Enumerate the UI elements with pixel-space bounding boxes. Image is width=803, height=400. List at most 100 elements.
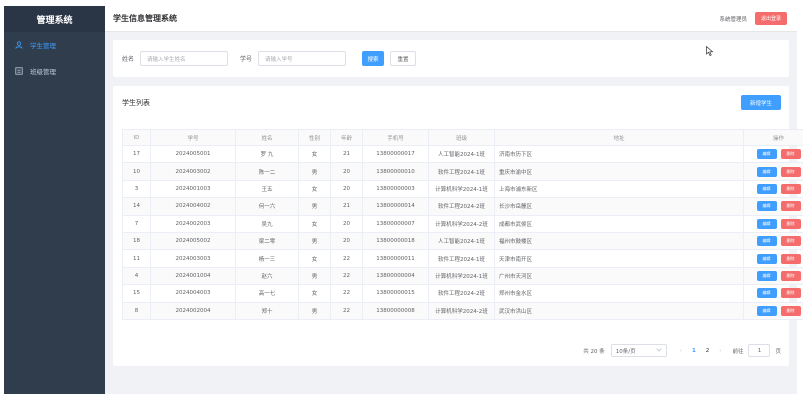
brand-title: 管理系统: [4, 6, 105, 32]
cell-name: 罗 九: [235, 144, 299, 164]
page-size-value: 10条/页: [615, 348, 636, 355]
cell-student-no: 2024005002: [150, 231, 236, 251]
edit-button[interactable]: 编辑: [756, 288, 777, 299]
cell-class: 软件工程2024-2班: [428, 284, 495, 303]
cell-actions: 编辑 删除: [743, 162, 803, 181]
edit-button[interactable]: 编辑: [756, 236, 777, 247]
add-student-button[interactable]: 新增学生: [741, 95, 781, 110]
cell-class: 计算机科学2024-1班: [428, 179, 495, 199]
student-list-panel: 学生列表 新增学生 ID 学号 姓名 性别 年龄 手机号 班级 地址 操作 17…: [113, 86, 803, 366]
cell-address: 重庆市渝中区: [494, 162, 744, 181]
table-row: 3 2024001003 王五女 20 13800000003 计算机科学2024-1班上…: [122, 179, 803, 199]
edit-button[interactable]: 编辑: [756, 149, 777, 160]
prev-page-button[interactable]: ‹: [680, 348, 682, 354]
cell-age: 22: [330, 249, 363, 268]
cell-id: 3: [122, 179, 151, 199]
cell-name: 陈一二: [235, 162, 299, 181]
delete-button[interactable]: 删除: [780, 166, 801, 177]
table-row: 14 2024004002 何一六男 21 13800000014 软件工程2024-2班…: [122, 197, 803, 216]
edit-button[interactable]: 编辑: [756, 218, 777, 229]
cell-actions: 编辑 删除: [743, 179, 803, 199]
col-header-age: 年龄: [330, 129, 363, 146]
cell-name: 王五: [235, 179, 299, 199]
current-user: 系统管理员: [719, 16, 747, 23]
col-header-class: 班级: [428, 129, 495, 146]
cell-phone: 13800000003: [362, 179, 429, 199]
reset-button[interactable]: 重置: [390, 51, 417, 66]
search-button[interactable]: 搜索: [362, 51, 385, 66]
cell-class: 计算机科学2024-1班: [428, 266, 495, 286]
page-title: 学生信息管理系统: [113, 14, 177, 23]
table-row: 15 2024004003 高一七女 22 13800000015 软件工程2024-2班…: [122, 284, 803, 303]
next-page-button[interactable]: ›: [719, 348, 721, 354]
cell-actions: 编辑 删除: [743, 301, 803, 320]
delete-button[interactable]: 删除: [780, 288, 801, 299]
cell-phone: 13800000017: [362, 144, 429, 164]
cell-phone: 13800000014: [362, 197, 429, 216]
page-size-select[interactable]: 10条/页: [610, 344, 667, 357]
cell-gender: 女: [298, 214, 331, 233]
class-icon: [14, 66, 24, 76]
search-panel: 姓名 请输入学生姓名 学号 请输入学号 搜索 重置: [113, 40, 789, 77]
table-row: 4 2024001004 赵六男 22 13800000004 计算机科学2024-1班广…: [122, 266, 803, 286]
list-title: 学生列表: [122, 99, 150, 107]
cell-actions: 编辑 删除: [743, 144, 803, 164]
delete-button[interactable]: 删除: [780, 270, 801, 281]
student-no-search-input[interactable]: 请输入学号: [258, 51, 347, 66]
col-header-name: 姓名: [235, 129, 299, 146]
cell-address: 武汉市洪山区: [494, 301, 744, 320]
edit-button[interactable]: 编辑: [756, 166, 777, 177]
cell-id: 8: [122, 301, 151, 320]
cell-class: 软件工程2024-1班: [428, 249, 495, 268]
logout-button[interactable]: 退出登录: [754, 12, 787, 25]
cell-age: 22: [330, 301, 363, 320]
cell-class: 人工智能2024-1班: [428, 144, 495, 164]
goto-label: 前往: [732, 348, 744, 355]
cell-phone: 13800000010: [362, 162, 429, 181]
page-2-button[interactable]: 2: [706, 348, 710, 354]
cell-actions: 编辑 删除: [743, 249, 803, 268]
edit-button[interactable]: 编辑: [756, 183, 777, 194]
edit-button[interactable]: 编辑: [756, 201, 777, 212]
student-no-label: 学号: [240, 56, 253, 63]
goto-page-input[interactable]: 1: [748, 344, 771, 357]
cell-gender: 女: [298, 249, 331, 268]
delete-button[interactable]: 删除: [780, 149, 801, 160]
cell-name: 高一七: [235, 284, 299, 303]
cell-phone: 13800000015: [362, 284, 429, 303]
sidebar-item-classes[interactable]: 班级管理: [4, 58, 105, 84]
edit-button[interactable]: 编辑: [756, 253, 777, 264]
cell-actions: 编辑 删除: [743, 214, 803, 233]
page-1-button[interactable]: 1: [692, 348, 696, 354]
cell-age: 21: [330, 197, 363, 216]
edit-button[interactable]: 编辑: [756, 305, 777, 316]
table-header-row: ID 学号 姓名 性别 年龄 手机号 班级 地址 操作: [122, 129, 803, 146]
delete-button[interactable]: 删除: [780, 236, 801, 247]
cell-name: 郑十: [235, 301, 299, 320]
delete-button[interactable]: 删除: [780, 305, 801, 316]
delete-button[interactable]: 删除: [780, 218, 801, 229]
cell-id: 10: [122, 162, 151, 181]
cell-class: 计算机科学2024-2班: [428, 301, 495, 320]
edit-button[interactable]: 编辑: [756, 270, 777, 281]
cell-age: 21: [330, 144, 363, 164]
col-header-phone: 手机号: [362, 129, 429, 146]
pagination: 共 20 条 10条/页 ‹ 1 2 › 前往 1 页: [583, 344, 781, 357]
cell-address: 长沙市岳麓区: [494, 197, 744, 216]
cell-id: 11: [122, 249, 151, 268]
delete-button[interactable]: 删除: [780, 183, 801, 194]
table-row: 18 2024005002 梁二零男 20 13800000018 人工智能2024-1班…: [122, 231, 803, 251]
cell-id: 15: [122, 284, 151, 303]
cell-class: 人工智能2024-1班: [428, 231, 495, 251]
cell-name: 梁二零: [235, 231, 299, 251]
delete-button[interactable]: 删除: [780, 253, 801, 264]
cell-id: 18: [122, 231, 151, 251]
name-search-input[interactable]: 请输入学生姓名: [140, 51, 229, 66]
sidebar-item-students[interactable]: 学生管理: [4, 32, 105, 58]
table-row: 17 2024005001 罗 九女 21 13800000017 人工智能2024-1班…: [122, 144, 803, 164]
cell-actions: 编辑 删除: [743, 266, 803, 286]
delete-button[interactable]: 删除: [780, 201, 801, 212]
name-label: 姓名: [122, 56, 135, 63]
cell-gender: 男: [298, 231, 331, 251]
user-icon: [14, 40, 24, 50]
